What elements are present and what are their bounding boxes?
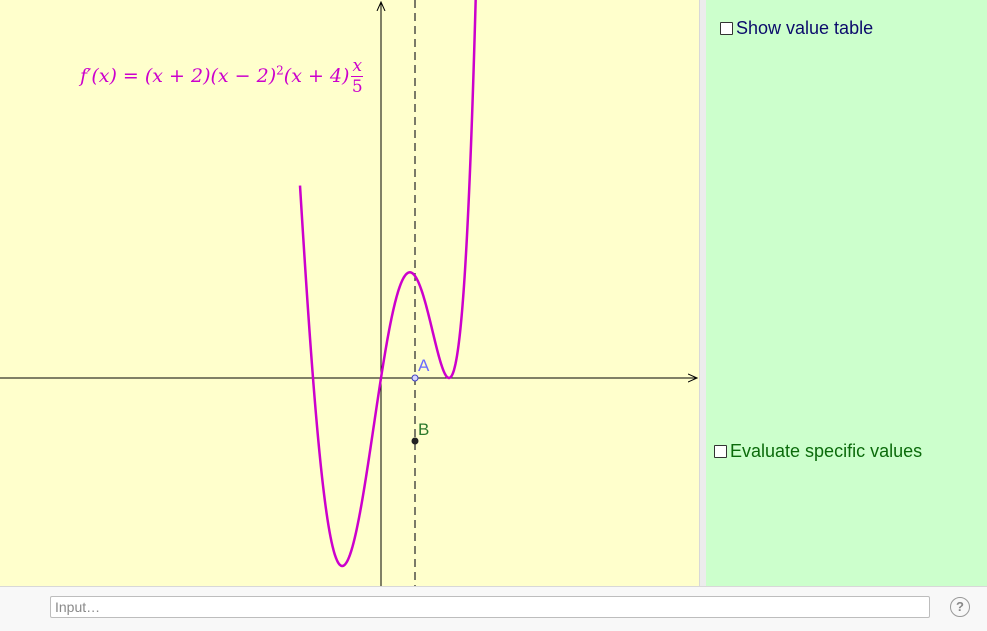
point-a-label: A <box>418 356 430 375</box>
show-value-table-label: Show value table <box>736 18 874 38</box>
evaluate-specific-values-label: Evaluate specific values <box>730 441 923 461</box>
function-formula: f′(x) = (x + 2)(x − 2)2(x + 4) x 5 <box>80 56 364 97</box>
input-bar: ? <box>0 586 987 631</box>
side-panel: Show value table Evaluate specific value… <box>706 0 987 586</box>
formula-exponent: 2 <box>276 63 284 78</box>
fraction-numerator: x <box>351 56 364 77</box>
show-value-table-checkbox[interactable]: Show value table <box>720 18 873 39</box>
formula-fraction: x5 <box>351 56 364 97</box>
formula-rest: (x + 4) <box>283 65 350 87</box>
fraction-denominator: 5 <box>351 77 363 97</box>
question-circle-icon[interactable]: ? <box>950 597 970 617</box>
point-a[interactable] <box>411 374 419 382</box>
formula-lhs: f′(x) = (x + 2)(x − 2) <box>80 65 277 87</box>
algebra-input[interactable] <box>50 596 930 618</box>
checkbox-icon[interactable] <box>720 22 733 35</box>
graphics-view[interactable]: f′(x) = (x + 2)(x − 2)2(x + 4) x 5 A B <box>0 0 699 586</box>
evaluate-specific-values-checkbox[interactable]: Evaluate specific values <box>714 441 922 462</box>
point-b-label: B <box>418 420 430 439</box>
checkbox-icon[interactable] <box>714 445 727 458</box>
